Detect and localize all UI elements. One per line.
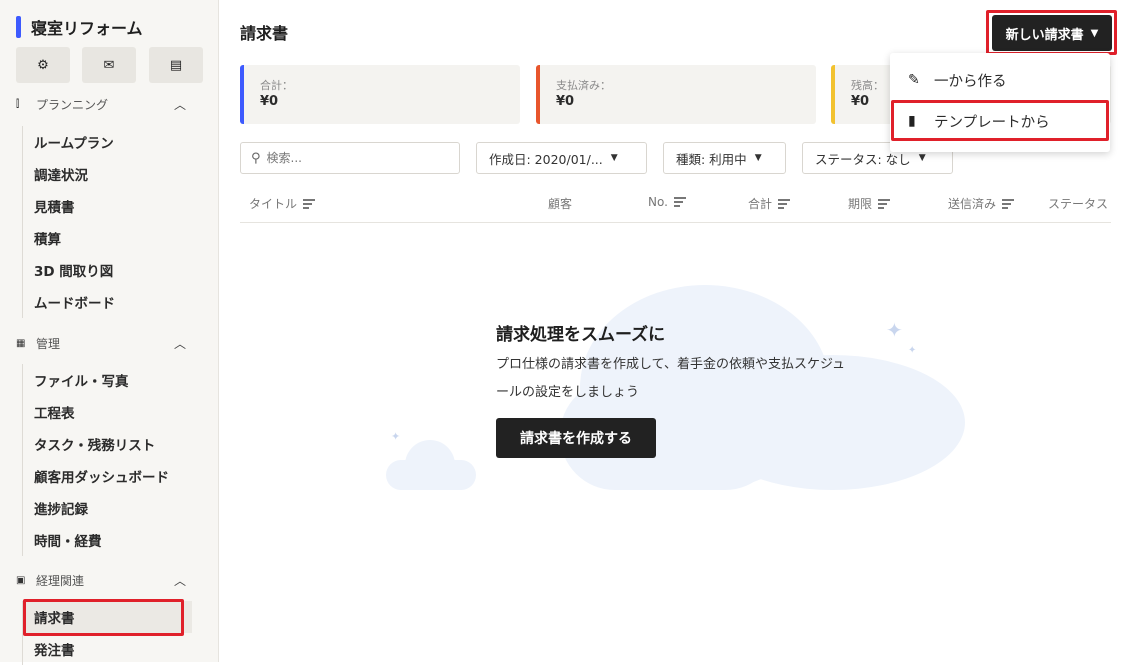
column-header-title[interactable]: タイトル	[249, 195, 316, 212]
nav-group-management: ファイル・写真 工程表 タスク・残務リスト 顧客用ダッシュボード 進捗記録 時間…	[22, 364, 192, 556]
project-color-bar	[16, 16, 21, 38]
section-title: 管理	[36, 336, 61, 351]
gear-icon: ⚙	[37, 57, 49, 73]
card-stripe	[536, 65, 540, 124]
caret-down-icon: ▼	[610, 153, 618, 163]
note-icon: ▤	[169, 57, 183, 73]
menu-item-label: 一から作る	[934, 73, 1007, 90]
search-box[interactable]: ⚲	[240, 142, 460, 174]
receipt-icon: ▣	[16, 574, 26, 586]
column-label: No.	[648, 195, 668, 209]
settings-button[interactable]: ⚙	[16, 47, 70, 83]
highlight-box	[891, 100, 1109, 141]
mail-button[interactable]: ✉	[82, 47, 136, 83]
chevron-up-icon: ︿	[173, 336, 186, 351]
section-header-planning[interactable]: ⫿ プランニング ︿	[16, 94, 192, 114]
highlight-box	[23, 599, 184, 636]
notes-button[interactable]: ▤	[149, 47, 203, 83]
sidebar-item-time-expenses[interactable]: 時間・経費	[23, 524, 192, 556]
type-filter[interactable]: 種類: 利用中 ▼	[663, 142, 786, 174]
menu-item-from-scratch[interactable]: ✎ 一から作る	[890, 60, 1110, 100]
sidebar-item-purchase-orders[interactable]: 発注書	[23, 633, 192, 665]
calendar-icon: ▦	[16, 337, 26, 349]
sidebar-item-takeoff[interactable]: 積算	[23, 222, 192, 254]
card-label: 支払済み：	[556, 79, 611, 92]
column-label: 合計	[748, 197, 773, 211]
card-label: 合計：	[260, 79, 293, 92]
filter-label: 種類: 利用中	[676, 151, 747, 167]
sidebar-item-tasks[interactable]: タスク・残務リスト	[23, 428, 192, 460]
project-header: 寝室リフォーム	[16, 15, 143, 39]
caret-down-icon: ▼	[918, 153, 926, 163]
sidebar-item-client-dashboard[interactable]: 顧客用ダッシュボード	[23, 460, 192, 492]
sidebar-item-procurement[interactable]: 調達状況	[23, 158, 192, 190]
column-header-total[interactable]: 合計	[748, 195, 791, 212]
sort-icon	[878, 197, 891, 211]
section-header-management[interactable]: ▦ 管理 ︿	[16, 333, 192, 353]
nav-group-planning: ルームプラン 調達状況 見積書 積算 3D 間取り図 ムードボード	[22, 126, 192, 318]
card-stripe	[240, 65, 244, 124]
card-value: ¥0	[851, 94, 870, 109]
section-header-accounting[interactable]: ▣ 経理関連 ︿	[16, 570, 192, 590]
sidebar-item-room-plan[interactable]: ルームプラン	[23, 126, 192, 158]
card-value: ¥0	[556, 94, 575, 109]
column-header-client: 顧客	[548, 195, 572, 212]
caret-down-icon: ▼	[754, 153, 762, 163]
filter-label: 作成日: 2020/01/...	[489, 151, 603, 167]
column-label: 期限	[848, 197, 873, 211]
sparkle-icon: ✦	[886, 318, 903, 342]
sidebar-item-3d-floorplan[interactable]: 3D 間取り図	[23, 254, 192, 286]
sidebar-item-estimates[interactable]: 見積書	[23, 190, 192, 222]
sidebar: 寝室リフォーム ⚙ ✉ ▤ ⫿ プランニング ︿ ルームプラン 調達状況 見積書…	[0, 0, 219, 665]
section-title: 経理関連	[36, 573, 85, 588]
mail-icon: ✉	[103, 57, 115, 73]
card-stripe	[831, 65, 835, 124]
column-label: 送信済み	[948, 197, 997, 211]
summary-card-total: 合計： ¥0	[240, 65, 520, 124]
table-header-divider	[240, 222, 1111, 223]
sort-icon	[303, 197, 316, 211]
column-header-status[interactable]: ステータス	[1048, 195, 1111, 212]
chevron-up-icon: ︿	[173, 573, 186, 588]
project-title: 寝室リフォーム	[31, 19, 143, 38]
search-icon: ⚲	[251, 150, 261, 166]
column-header-sent[interactable]: 送信済み	[948, 195, 1015, 212]
highlight-box	[986, 10, 1117, 55]
create-invoice-button[interactable]: 請求書を作成する	[496, 418, 656, 458]
sidebar-item-progress-log[interactable]: 進捗記録	[23, 492, 192, 524]
search-input[interactable]	[266, 151, 437, 165]
column-label: タイトル	[249, 197, 298, 211]
small-cloud-illustration	[386, 460, 476, 490]
empty-state-title: 請求処理をスムーズに	[496, 325, 666, 345]
card-label: 残高：	[851, 79, 884, 92]
card-value: ¥0	[260, 94, 279, 109]
sidebar-item-files-photos[interactable]: ファイル・写真	[23, 364, 192, 396]
sidebar-item-moodboard[interactable]: ムードボード	[23, 286, 192, 318]
sort-icon	[673, 195, 686, 209]
planning-icon: ⫿	[16, 98, 20, 110]
column-label: ステータス	[1048, 197, 1109, 211]
sidebar-item-schedule[interactable]: 工程表	[23, 396, 192, 428]
chevron-up-icon: ︿	[173, 97, 186, 112]
column-label: 顧客	[548, 197, 573, 211]
sparkle-icon: ✦	[908, 345, 917, 356]
summary-card-paid: 支払済み： ¥0	[536, 65, 816, 124]
column-header-number[interactable]: No.	[648, 195, 686, 209]
sort-icon	[778, 197, 791, 211]
created-date-filter[interactable]: 作成日: 2020/01/... ▼	[476, 142, 647, 174]
sparkle-icon: ✦	[391, 430, 401, 443]
section-title: プランニング	[36, 97, 109, 112]
column-header-due[interactable]: 期限	[848, 195, 891, 212]
empty-state-description: プロ仕様の請求書を作成して、着手金の依頼や支払スケジュールの設定をしましょう	[496, 357, 846, 400]
edit-icon: ✎	[908, 72, 920, 88]
sort-icon	[1002, 197, 1015, 211]
page-title: 請求書	[240, 24, 289, 43]
